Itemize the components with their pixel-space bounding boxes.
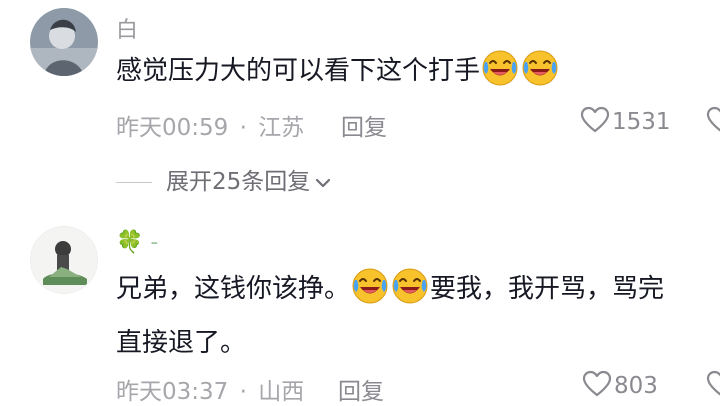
like-button[interactable]: 1531 bbox=[580, 106, 671, 135]
comment-location: 江苏 bbox=[258, 115, 305, 141]
avatar[interactable] bbox=[30, 226, 98, 294]
laugh-cry-emoji-icon bbox=[520, 48, 560, 88]
meta-separator: · bbox=[239, 379, 247, 405]
comment-location: 山西 bbox=[258, 379, 305, 405]
laugh-cry-emoji-icon bbox=[390, 266, 430, 306]
comment-time: 昨天00:59 bbox=[116, 115, 229, 141]
like-count: 1531 bbox=[612, 109, 671, 135]
heart-icon bbox=[580, 106, 610, 133]
dislike-button[interactable] bbox=[706, 106, 720, 138]
comment-time: 昨天03:37 bbox=[116, 379, 229, 405]
laugh-cry-emoji-icon bbox=[480, 48, 520, 88]
reply-button[interactable]: 回复 bbox=[338, 372, 384, 406]
comment-text: 感觉压力大的可以看下这个打手 bbox=[116, 48, 560, 94]
broken-heart-icon bbox=[706, 370, 720, 396]
like-count: 803 bbox=[614, 373, 658, 399]
comment-text-content: 感觉压力大的可以看下这个打手 bbox=[116, 56, 481, 86]
comment-text-part1: 兄弟，这钱你该挣。 bbox=[116, 274, 351, 304]
divider-line bbox=[116, 182, 152, 183]
comment-text: 兄弟，这钱你该挣。 要我，我开骂，骂完 bbox=[116, 266, 664, 312]
expand-replies-button[interactable]: 展开25条回复 bbox=[116, 162, 332, 196]
comment-meta: 昨天00:59 · 江苏 bbox=[116, 108, 304, 142]
dislike-button[interactable] bbox=[706, 370, 720, 402]
heart-icon bbox=[582, 370, 612, 397]
comment-text-line2: 直接退了。 bbox=[116, 328, 247, 358]
comment-meta: 昨天03:37 · 山西 bbox=[116, 372, 304, 406]
chevron-down-icon bbox=[316, 178, 331, 188]
avatar[interactable] bbox=[30, 8, 98, 76]
laugh-cry-emoji-icon bbox=[350, 266, 390, 306]
broken-heart-icon bbox=[706, 106, 720, 132]
reply-button[interactable]: 回复 bbox=[341, 108, 387, 142]
comment-text-part2: 要我，我开骂，骂完 bbox=[430, 274, 665, 304]
username[interactable]: 白 bbox=[116, 12, 138, 44]
expand-replies-label: 展开25条回复 bbox=[166, 169, 311, 195]
username[interactable]: 🍀 - bbox=[116, 230, 158, 255]
like-button[interactable]: 803 bbox=[582, 370, 658, 399]
meta-separator: · bbox=[239, 115, 247, 141]
